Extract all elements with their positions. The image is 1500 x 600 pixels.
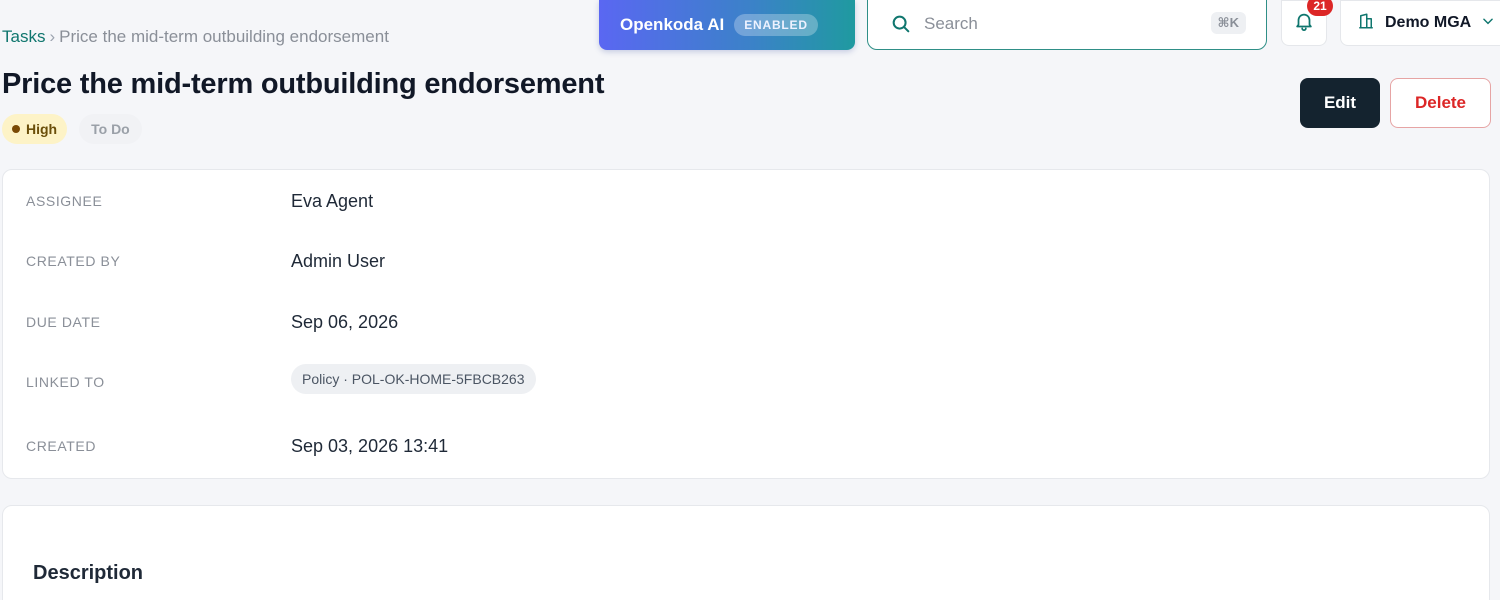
org-name: Demo MGA (1385, 14, 1472, 31)
breadcrumb-current: Price the mid-term outbuilding endorseme… (59, 27, 389, 46)
breadcrumb-separator: › (49, 27, 56, 46)
search-shortcut-hint: ⌘K (1210, 12, 1246, 34)
task-detail-page: Tasks › Price the mid-term outbuilding end… (0, 0, 1500, 600)
detail-label: LINKED TO (26, 374, 105, 390)
building-icon (1357, 12, 1375, 35)
detail-row-assignee: ASSIGNEE Eva Agent (3, 191, 1489, 233)
priority-label: High (26, 121, 58, 137)
org-switcher[interactable]: Demo MGA (1340, 0, 1500, 46)
ai-label: Openkoda AI (620, 15, 725, 34)
task-details-card: ASSIGNEE Eva Agent CREATED BY Admin User… (2, 169, 1490, 479)
detail-label: CREATED (26, 438, 97, 454)
detail-row-created-by: CREATED BY Admin User (3, 251, 1489, 293)
priority-badge: High (2, 114, 68, 144)
breadcrumb-tasks-link[interactable]: Tasks (2, 27, 45, 46)
search-input[interactable] (924, 14, 1184, 34)
detail-row-due-date: DUE DATE Sep 06, 2026 (3, 312, 1489, 354)
priority-dot-icon (12, 125, 20, 133)
detail-row-created: CREATED Sep 03, 2026 13:41 (3, 436, 1489, 478)
created-value: Sep 03, 2026 13:41 (291, 436, 449, 456)
page-title: Price the mid-term outbuilding endorseme… (2, 68, 605, 100)
linked-policy-chip[interactable]: Policy · POL-OK-HOME-5FBCB263 (291, 364, 536, 394)
description-card: Description (2, 505, 1490, 600)
notification-count-badge: 21 (1307, 0, 1333, 16)
detail-label: DUE DATE (26, 314, 101, 330)
detail-label: ASSIGNEE (26, 193, 103, 209)
ai-status-badge: ENABLED (734, 14, 818, 36)
task-badges: High To Do (2, 114, 142, 144)
due-date-value: Sep 06, 2026 (291, 312, 399, 332)
breadcrumb: Tasks › Price the mid-term outbuilding end… (2, 27, 389, 47)
description-title: Description (33, 562, 144, 584)
edit-button[interactable]: Edit (1300, 78, 1380, 128)
assignee-value: Eva Agent (291, 191, 374, 211)
search-box[interactable]: ⌘K (867, 0, 1267, 50)
detail-row-linked-to: LINKED TO Policy · POL-OK-HOME-5FBCB263 (3, 364, 1489, 414)
search-icon (890, 13, 912, 35)
status-badge: To Do (79, 114, 142, 144)
created-by-value: Admin User (291, 251, 386, 271)
chevron-down-icon (1481, 14, 1495, 33)
openkoda-ai-button[interactable]: Openkoda AI ENABLED (599, 0, 855, 50)
detail-label: CREATED BY (26, 253, 121, 269)
delete-button[interactable]: Delete (1390, 78, 1491, 128)
